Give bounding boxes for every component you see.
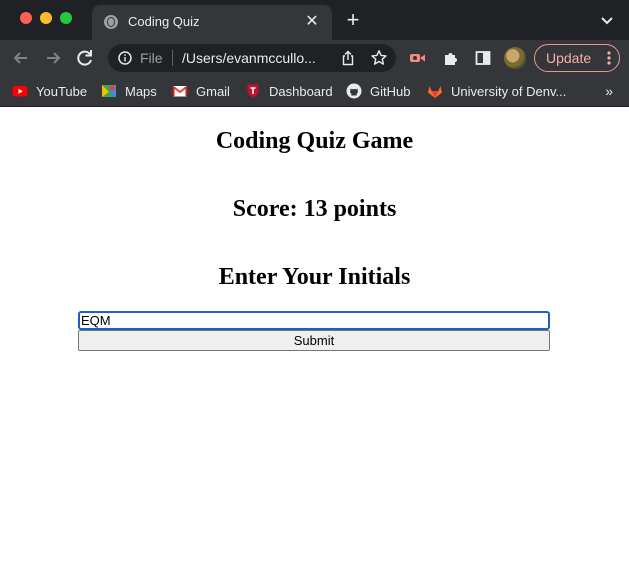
more-bookmarks-button[interactable]: » bbox=[605, 83, 613, 99]
submit-button[interactable]: Submit bbox=[78, 330, 550, 351]
bookmark-star-icon[interactable] bbox=[370, 49, 388, 67]
minimize-window-button[interactable] bbox=[40, 12, 52, 24]
browser-window: Coding Quiz ✕ + File /Users/evanmccullo.… bbox=[0, 0, 629, 566]
bookmark-label: YouTube bbox=[36, 83, 88, 99]
bookmark-label: Gmail bbox=[196, 83, 230, 99]
bookmark-github[interactable]: GitHub bbox=[346, 82, 410, 100]
bookmark-label: University of Denv... bbox=[451, 83, 567, 99]
omnibox-divider bbox=[172, 50, 173, 66]
bookmark-maps[interactable]: Maps bbox=[101, 82, 157, 100]
maximize-window-button[interactable] bbox=[60, 12, 72, 24]
page-content: Coding Quiz Game Score: 13 points Enter … bbox=[0, 107, 629, 566]
new-tab-button[interactable]: + bbox=[342, 9, 364, 31]
initials-prompt: Enter Your Initials bbox=[218, 264, 411, 290]
share-icon[interactable] bbox=[340, 50, 356, 66]
side-panel-icon[interactable] bbox=[474, 49, 492, 67]
close-tab-icon[interactable]: ✕ bbox=[302, 12, 322, 32]
chevron-down-icon[interactable] bbox=[599, 12, 615, 28]
more-menu-icon[interactable] bbox=[607, 50, 611, 66]
gmail-icon bbox=[172, 86, 188, 97]
bookmark-youtube[interactable]: YouTube bbox=[12, 82, 87, 100]
forward-arrow-icon[interactable] bbox=[42, 47, 64, 69]
youtube-icon bbox=[12, 86, 28, 97]
update-label: Update bbox=[546, 50, 592, 66]
close-window-button[interactable] bbox=[20, 12, 32, 24]
screen-recorder-extension-icon[interactable] bbox=[408, 49, 426, 67]
reload-icon[interactable] bbox=[74, 47, 96, 69]
tab-strip: Coding Quiz ✕ + bbox=[0, 0, 629, 40]
page-title: Coding Quiz Game bbox=[215, 128, 414, 154]
tab-coding-quiz[interactable]: Coding Quiz ✕ bbox=[92, 5, 332, 40]
maps-icon bbox=[102, 85, 116, 97]
bookmarks-bar: YouTube Maps Gmail Dashboard GitHub Univ… bbox=[0, 76, 629, 107]
update-button[interactable]: Update bbox=[534, 44, 620, 72]
bookmark-label: Maps bbox=[125, 83, 157, 99]
github-icon bbox=[346, 83, 362, 99]
tab-title: Coding Quiz bbox=[128, 14, 200, 29]
gitlab-icon bbox=[428, 86, 442, 98]
scheme-label: File bbox=[140, 50, 163, 66]
globe-icon bbox=[104, 15, 118, 29]
bookmark-label: GitHub bbox=[370, 83, 411, 99]
initials-input[interactable] bbox=[78, 311, 550, 330]
address-bar[interactable]: File /Users/evanmccullo... bbox=[108, 44, 396, 72]
info-icon[interactable] bbox=[118, 51, 132, 65]
profile-avatar[interactable] bbox=[504, 47, 526, 69]
window-controls bbox=[20, 12, 72, 24]
score-heading: Score: 13 points bbox=[232, 196, 397, 222]
url-text[interactable]: /Users/evanmccullo... bbox=[182, 50, 332, 66]
browser-toolbar: File /Users/evanmccullo... Update bbox=[0, 40, 629, 76]
back-arrow-icon[interactable] bbox=[10, 47, 32, 69]
bookmark-dashboard[interactable]: Dashboard bbox=[245, 82, 333, 100]
bookmark-university-of-denver[interactable]: University of Denv... bbox=[427, 82, 566, 100]
bookmark-label: Dashboard bbox=[269, 83, 333, 99]
bookmark-gmail[interactable]: Gmail bbox=[172, 82, 230, 100]
dashboard-icon bbox=[247, 84, 259, 98]
extensions-puzzle-icon[interactable] bbox=[442, 49, 460, 67]
